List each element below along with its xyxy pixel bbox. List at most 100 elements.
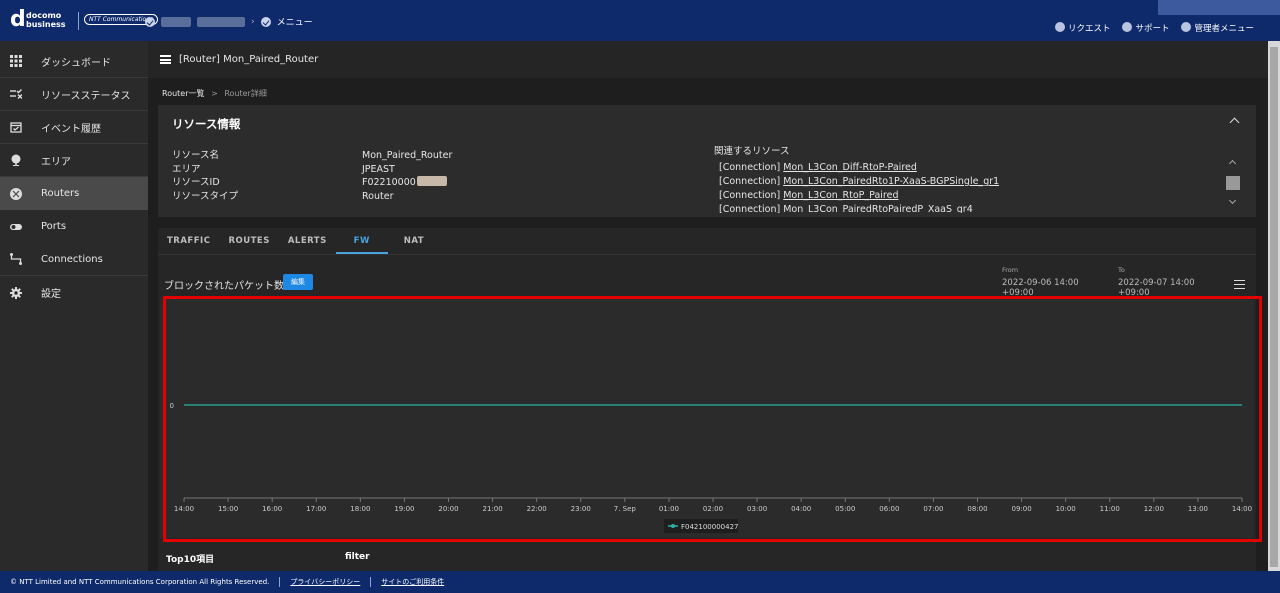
gear-icon [10,286,22,299]
page-scrollbar[interactable] [1268,41,1280,571]
footer-divider [370,577,372,587]
field-row: エリア JPEAST [172,163,395,175]
x-tick-label: 11:00 [1100,505,1120,513]
terms-link[interactable]: サイトのご利用条件 [381,577,444,587]
chart-menu-icon[interactable] [1234,280,1245,289]
x-tick-label: 17:00 [306,505,326,513]
to-field[interactable]: To 2022-09-07 14:00 +09:00 [1118,266,1224,301]
scroll-down-icon[interactable] [1228,196,1237,205]
related-resource-link[interactable]: Mon_L3Con_PairedRtoPairedP_XaaS_gr4 [783,204,973,213]
x-tick-label: 07:00 [923,505,943,513]
tab-alerts[interactable]: ALERTS [279,228,336,254]
x-tick-label: 10:00 [1056,505,1076,513]
legend-marker [671,524,675,528]
top-breadcrumb: › メニュー [145,15,313,28]
tab-routes[interactable]: ROUTES [219,228,278,254]
toggle-icon [10,223,22,230]
resource-fields: リソース名 Mon_Paired_Router エリア JPEAST リソースID F… [172,149,452,203]
tabs-panel: TRAFFIC ROUTES ALERTS FW NAT ブロックされたパケット… [158,228,1256,571]
x-tick-label: 16:00 [262,505,282,513]
list-item: [Connection] Mon_L3Con_PairedRtoPairedP_… [719,204,973,213]
support-link[interactable]: サポート [1122,22,1169,34]
tab-fw[interactable]: FW [335,228,388,254]
page-scroll-thumb[interactable] [1270,47,1278,567]
sidebar-item-dashboard[interactable]: ダッシュボード [0,45,148,78]
calendar-icon [10,122,22,133]
redacted-text [416,176,447,186]
check-circle-icon [145,16,155,27]
x-tick-label: 12:00 [1144,505,1164,513]
sidebar-item-area[interactable]: エリア [0,144,148,177]
x-tick-label: 22:00 [527,505,547,513]
related-resources: 関連するリソース [Connection] Mon_L3Con_Diff-Rto… [714,143,999,213]
sidebar-item-resource-status[interactable]: リソースステータス [0,78,148,111]
sidebar-item-settings[interactable]: 設定 [0,276,148,309]
copyright: © NTT Limited and NTT Communications Cor… [10,578,270,586]
x-tick-label: 05:00 [835,505,855,513]
x-tick-label: 15:00 [218,505,238,513]
breadcrumb-router-list[interactable]: Router一覧 [162,89,205,98]
globe-icon [11,154,21,166]
related-resource-list: [Connection] Mon_L3Con_Diff-RtoP-Paired … [719,161,999,213]
sidebar-item-ports[interactable]: Ports [0,210,148,243]
scroll-thumb[interactable] [1226,176,1240,190]
x-tick-label: 14:00 [174,505,194,513]
collapse-chevron-icon[interactable] [1229,117,1240,128]
redacted-text [161,16,191,27]
x-tick-label: 13:00 [1188,505,1208,513]
footer-divider [279,577,281,587]
tab-traffic[interactable]: TRAFFIC [158,228,219,254]
menu-link[interactable]: メニュー [277,15,313,28]
edit-button[interactable]: 編集 [283,274,313,290]
breadcrumb-current: Router詳細 [224,89,267,98]
tab-nat[interactable]: NAT [388,228,433,254]
x-tick-label: 08:00 [967,505,987,513]
scroll-up-icon[interactable] [1228,159,1237,168]
x-tick-label: 20:00 [438,505,458,513]
privacy-policy-link[interactable]: プライバシーポリシー [290,577,360,587]
connection-icon [10,253,22,265]
from-field[interactable]: From 2022-09-06 14:00 +09:00 [1002,266,1108,301]
x-tick-label: 04:00 [791,505,811,513]
docomo-business-logo[interactable]: d docomo business [10,7,76,33]
hamburger-menu-icon[interactable] [160,55,171,64]
list-item: [Connection] Mon_L3Con_RtoP_Paired [719,190,899,201]
related-resource-link[interactable]: Mon_L3Con_PairedRto1P-XaaS-BGPSingle_gr1 [783,176,999,187]
x-tick-label: 01:00 [659,505,679,513]
admin-menu-link[interactable]: 管理者メニュー [1181,22,1254,34]
related-list-scrollbar[interactable] [1226,157,1240,209]
gear-icon [1181,22,1192,32]
x-tick-label: 7. Sep [614,505,637,513]
filter-label: filter [345,552,370,562]
router-icon [10,187,22,200]
x-tick-label: 03:00 [747,505,767,513]
breadcrumb: Router一覧 > Router詳細 [162,89,267,98]
redacted-text [197,16,245,27]
page-title: [Router] Mon_Paired_Router [179,54,319,65]
resource-info-heading: リソース情報 [172,117,241,131]
top10-label: Top10項目 [166,555,215,565]
tab-bar: TRAFFIC ROUTES ALERTS FW NAT [158,228,1256,255]
x-tick-label: 19:00 [394,505,414,513]
main-content: [Router] Mon_Paired_Router Router一覧 > Ro… [148,41,1268,571]
x-tick-label: 06:00 [879,505,899,513]
sidebar-item-routers[interactable]: Routers [0,177,148,210]
related-resource-link[interactable]: Mon_L3Con_Diff-RtoP-Paired [783,162,917,173]
chart-svg: 0 14:00 15:00 16:00 17:00 18:00 19:00 20:00 21:0… [170,402,1252,533]
y-tick-label: 0 [170,402,174,410]
x-tick-label: 23:00 [571,505,591,513]
page-titlebar: [Router] Mon_Paired_Router [148,41,1268,78]
help-icon [1122,22,1133,32]
blocked-packets-chart: 0 14:00 15:00 16:00 17:00 18:00 19:00 20:00 21:0… [160,298,1254,538]
related-resource-link[interactable]: Mon_L3Con_RtoP_Paired [783,190,898,201]
sidebar-item-event-history[interactable]: イベント履歴 [0,111,148,144]
top-bar: d docomo business NTT Communications › メニ… [0,0,1280,41]
legend-label: F042100000427 [681,523,738,531]
bulb-icon [1054,22,1065,32]
list-item: [Connection] Mon_L3Con_Diff-RtoP-Paired [719,162,917,173]
request-link[interactable]: リクエスト [1054,22,1110,34]
sidebar-item-connections[interactable]: Connections [0,243,148,276]
field-row: リソースタイプ Router [172,190,394,202]
x-tick-label: 02:00 [703,505,723,513]
user-account-button[interactable] [1158,0,1280,15]
